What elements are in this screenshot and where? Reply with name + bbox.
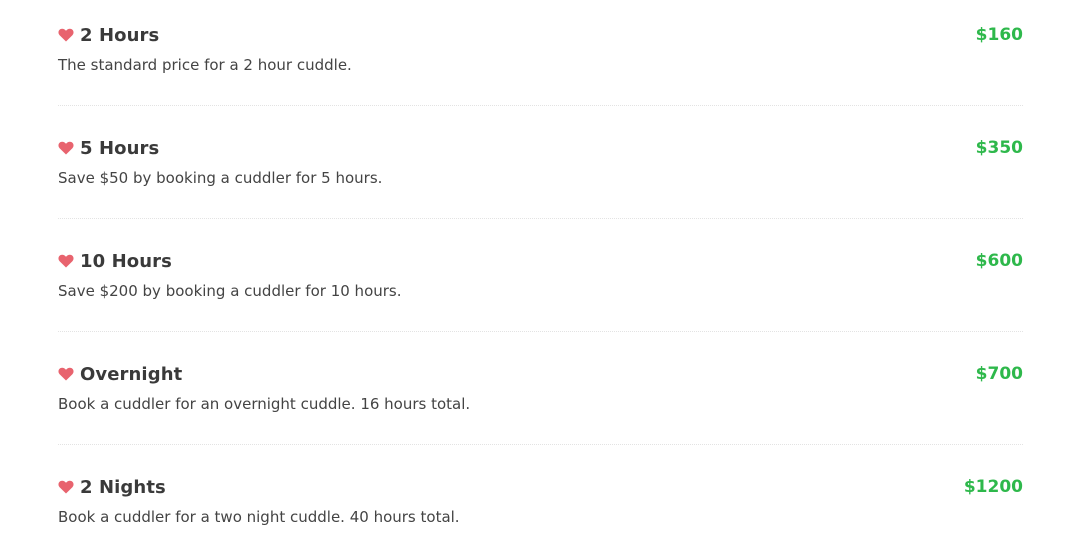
heart-icon bbox=[58, 367, 74, 381]
price-item-description: Save $200 by booking a cuddler for 10 ho… bbox=[58, 282, 402, 300]
price-item-title: 5 Hours bbox=[80, 137, 160, 159]
price-item-price: $1200 bbox=[963, 477, 1023, 497]
price-item-price: $160 bbox=[975, 25, 1023, 45]
heart-icon bbox=[58, 141, 74, 155]
divider bbox=[58, 105, 1023, 106]
divider bbox=[58, 444, 1023, 445]
price-item-description: The standard price for a 2 hour cuddle. bbox=[58, 56, 352, 74]
price-item-2-hours: 2 Hours $160 The standard price for a 2 … bbox=[58, 0, 1023, 113]
price-item-description: Book a cuddler for an overnight cuddle. … bbox=[58, 395, 471, 413]
price-item-10-hours: 10 Hours $600 Save $200 by booking a cud… bbox=[58, 226, 1023, 339]
price-item-2-nights: 2 Nights $1200 Book a cuddler for a two … bbox=[58, 452, 1023, 555]
heart-icon bbox=[58, 254, 74, 268]
price-item-title: Overnight bbox=[80, 363, 183, 385]
price-item-overnight: Overnight $700 Book a cuddler for an ove… bbox=[58, 339, 1023, 452]
divider bbox=[58, 218, 1023, 219]
price-item-header: 10 Hours bbox=[58, 249, 172, 273]
price-item-description: Save $50 by booking a cuddler for 5 hour… bbox=[58, 169, 383, 187]
price-item-title: 2 Nights bbox=[80, 476, 166, 498]
heart-icon bbox=[58, 28, 74, 42]
price-item-title: 10 Hours bbox=[80, 250, 172, 272]
price-item-header: 2 Nights bbox=[58, 475, 166, 499]
price-item-price: $350 bbox=[975, 138, 1023, 158]
price-item-price: $700 bbox=[975, 364, 1023, 384]
heart-icon bbox=[58, 480, 74, 494]
price-item-header: Overnight bbox=[58, 362, 182, 386]
price-item-price: $600 bbox=[975, 251, 1023, 271]
price-item-description: Book a cuddler for a two night cuddle. 4… bbox=[58, 508, 460, 526]
divider bbox=[58, 331, 1023, 332]
price-item-header: 2 Hours bbox=[58, 23, 159, 47]
price-item-title: 2 Hours bbox=[80, 24, 160, 46]
price-item-5-hours: 5 Hours $350 Save $50 by booking a cuddl… bbox=[58, 113, 1023, 226]
pricing-list: 2 Hours $160 The standard price for a 2 … bbox=[0, 0, 1080, 555]
price-item-header: 5 Hours bbox=[58, 136, 159, 160]
